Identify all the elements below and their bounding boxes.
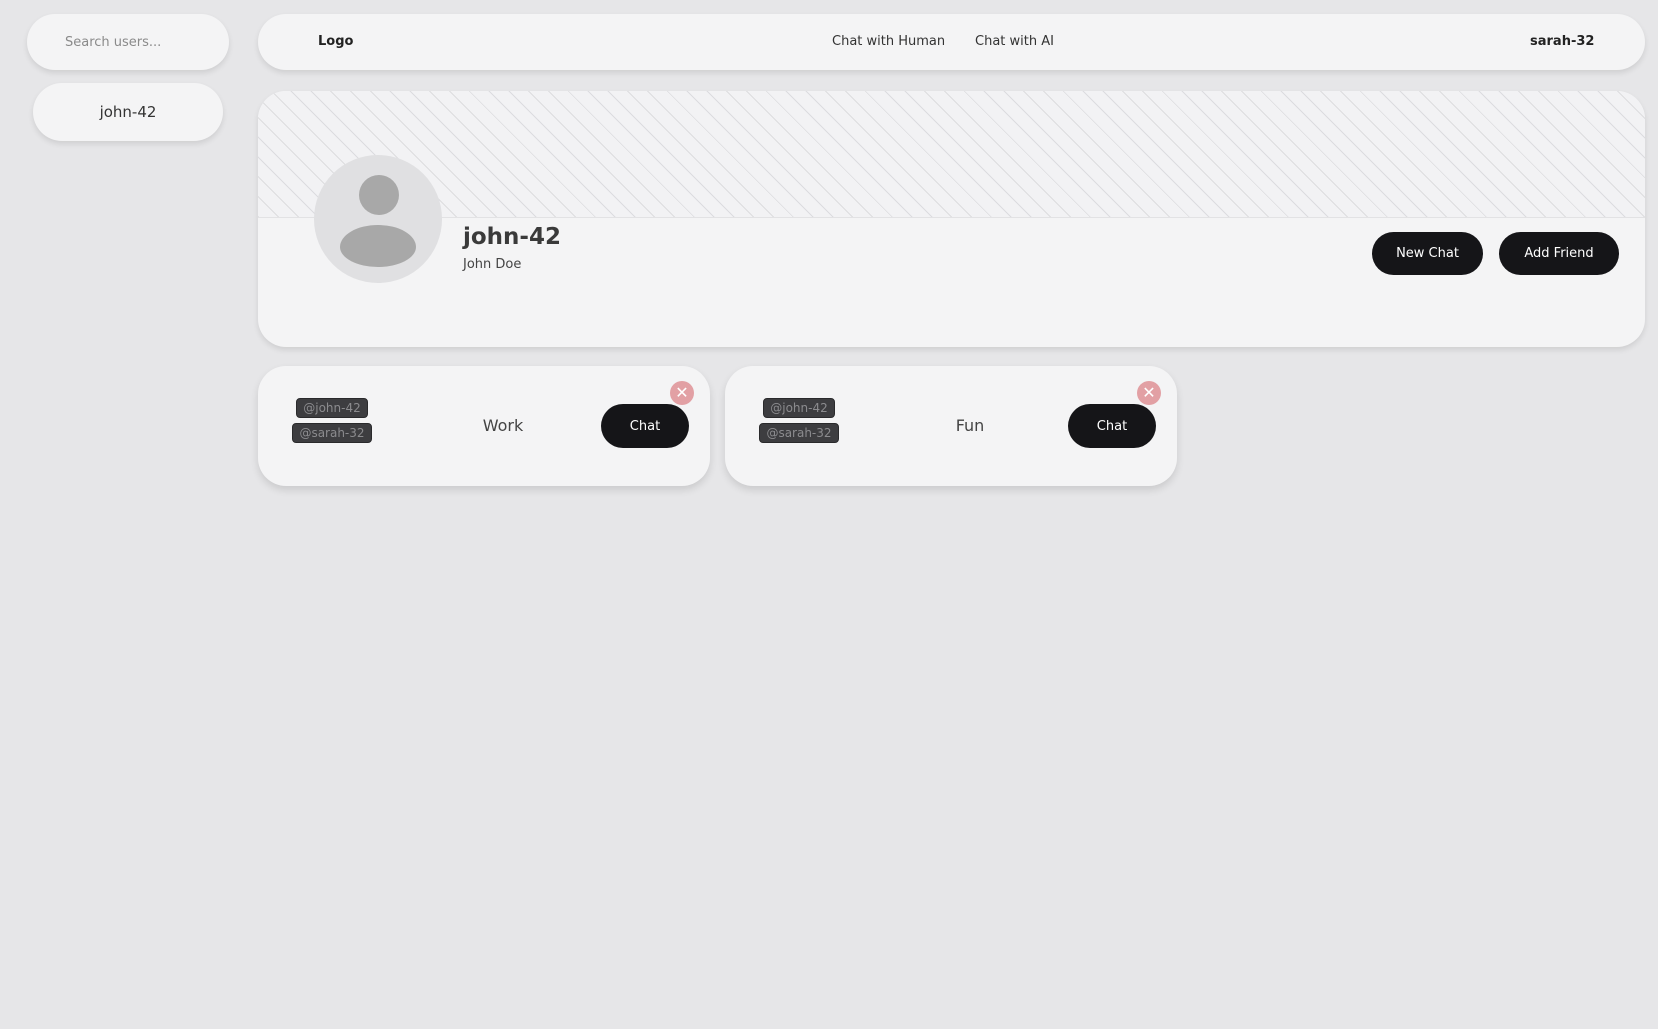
- profile-full-name: John Doe: [463, 257, 522, 272]
- avatar-head-shape: [359, 175, 399, 215]
- chat-card-fun: @john-42 @sarah-32 Fun Chat ✕: [725, 366, 1177, 486]
- search-box[interactable]: [27, 14, 229, 70]
- open-chat-button[interactable]: Chat: [1068, 404, 1156, 448]
- top-nav-bar: Logo Chat with Human Chat with AI sarah-…: [258, 14, 1645, 70]
- member-tag: @john-42: [296, 398, 368, 418]
- app-page: john-42 Logo Chat with Human Chat with A…: [0, 0, 1658, 1029]
- add-friend-button[interactable]: Add Friend: [1499, 232, 1619, 275]
- close-icon[interactable]: ✕: [1137, 381, 1161, 405]
- search-input[interactable]: [65, 34, 215, 50]
- sidebar-user-item[interactable]: john-42: [33, 83, 223, 141]
- current-user-menu[interactable]: sarah-32: [1530, 14, 1594, 70]
- new-chat-button[interactable]: New Chat: [1372, 232, 1483, 275]
- chat-members: @john-42 @sarah-32: [291, 398, 373, 448]
- chat-name: Work: [482, 416, 524, 435]
- nav-chat-with-ai[interactable]: Chat with AI: [975, 14, 1054, 70]
- chat-members: @john-42 @sarah-32: [758, 398, 840, 448]
- chat-card-work: @john-42 @sarah-32 Work Chat ✕: [258, 366, 710, 486]
- logo[interactable]: Logo: [318, 14, 353, 70]
- user-placeholder-icon: [314, 155, 442, 283]
- open-chat-button[interactable]: Chat: [601, 404, 689, 448]
- member-tag: @sarah-32: [759, 423, 839, 443]
- nav-chat-with-human[interactable]: Chat with Human: [832, 14, 945, 70]
- member-tag: @john-42: [763, 398, 835, 418]
- profile-banner: [258, 91, 1645, 218]
- avatar-body-shape: [340, 225, 416, 267]
- profile-username: john-42: [463, 224, 561, 250]
- chat-name: Fun: [955, 416, 985, 435]
- close-icon[interactable]: ✕: [670, 381, 694, 405]
- member-tag: @sarah-32: [292, 423, 372, 443]
- profile-card: john-42 John Doe New Chat Add Friend: [258, 91, 1645, 347]
